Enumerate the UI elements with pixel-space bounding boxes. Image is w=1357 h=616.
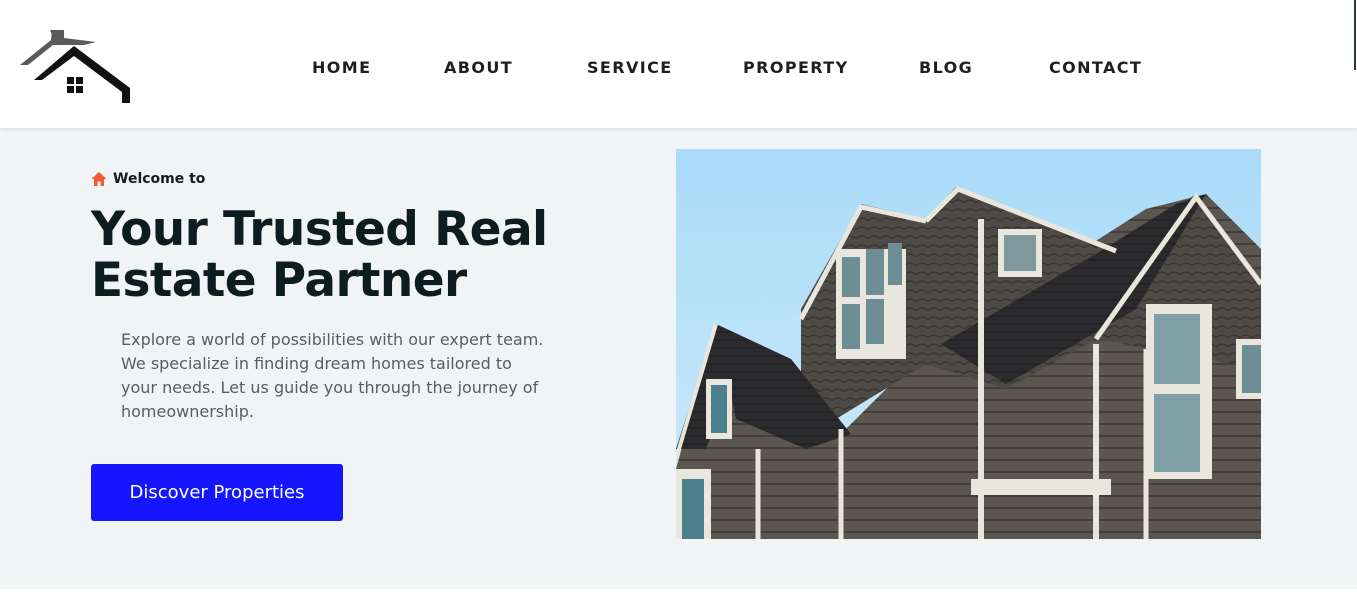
welcome-tagline: Welcome to	[91, 170, 205, 188]
nav-about[interactable]: ABOUT	[444, 58, 513, 77]
nav-home[interactable]: HOME	[312, 58, 371, 77]
nav-service[interactable]: SERVICE	[587, 58, 673, 77]
welcome-text: Welcome to	[113, 171, 206, 187]
edge-divider	[1354, 0, 1356, 70]
main-nav: HOME ABOUT SERVICE PROPERTY BLOG CONTACT	[0, 58, 1357, 78]
hero-section: Welcome to Your Trusted Real Estate Part…	[0, 128, 1357, 589]
discover-properties-button[interactable]: Discover Properties	[91, 464, 343, 521]
home-icon	[91, 172, 107, 186]
hero-description: Explore a world of possibilities with ou…	[121, 330, 544, 421]
nav-contact[interactable]: CONTACT	[1049, 58, 1142, 77]
nav-property[interactable]: PROPERTY	[743, 58, 849, 77]
nav-blog[interactable]: BLOG	[919, 58, 973, 77]
house-photo	[676, 149, 1261, 539]
page-bottom	[0, 589, 1357, 616]
hero-title: Your Trusted Real Estate Partner	[91, 202, 548, 308]
navbar: HOME ABOUT SERVICE PROPERTY BLOG CONTACT	[0, 0, 1357, 128]
